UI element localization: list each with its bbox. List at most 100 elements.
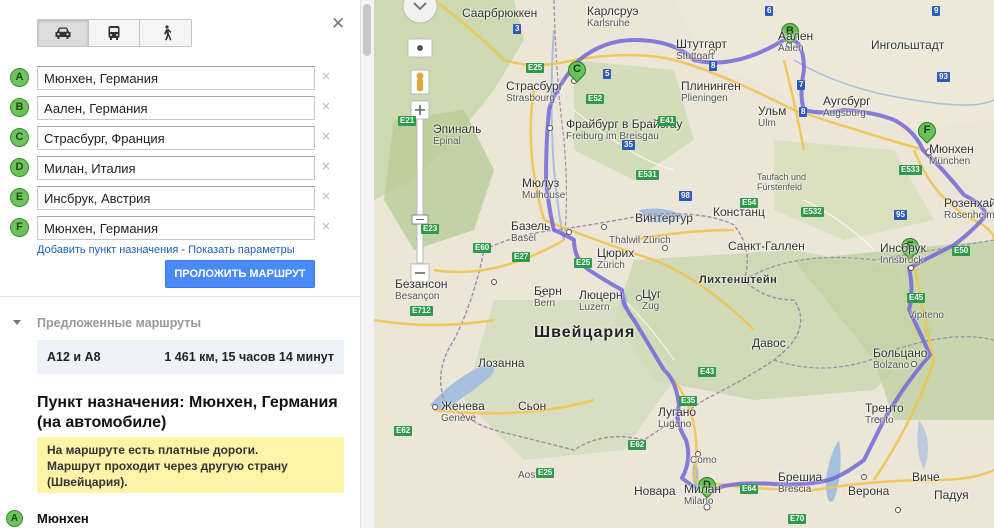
city-name: Тренто: [865, 401, 904, 415]
road-shield: E533: [899, 165, 922, 175]
city-label: Падуя: [934, 488, 969, 502]
city-subname: Strasbourg: [506, 93, 555, 104]
city-subname: Augsburg: [823, 108, 866, 119]
city-name: Страсбург: [506, 79, 564, 93]
waypoint-marker-icon[interactable]: C: [10, 128, 29, 147]
city-label: Винтертур: [635, 211, 693, 225]
road-shield: 5: [603, 69, 612, 79]
city-label: Брешиа Brescia: [778, 470, 822, 495]
city-name: Штутгарт: [676, 37, 727, 51]
road-shield: 6: [765, 6, 774, 16]
city-label: Берн Bern: [534, 284, 562, 309]
mode-car-button[interactable]: [38, 20, 89, 46]
road-shield: 93: [937, 72, 950, 82]
city-name: Мюнхен: [929, 142, 974, 156]
city-label: Цуг Zug: [642, 287, 661, 312]
waypoint-marker-icon[interactable]: E: [10, 188, 29, 207]
remove-waypoint-icon[interactable]: ×: [321, 129, 331, 143]
city-name: Больцано: [873, 346, 928, 360]
city-label: Como: [690, 455, 717, 466]
road-shield: E62: [394, 426, 413, 436]
collapse-arrow-icon[interactable]: [13, 320, 21, 325]
walk-icon: [163, 25, 171, 41]
waypoint-input[interactable]: Мюнхен, Германия: [37, 66, 315, 90]
waypoint-input[interactable]: Страсбург, Франция: [37, 126, 315, 150]
road-shield: E62: [628, 440, 647, 450]
city-name: Берн: [534, 284, 562, 298]
city-label: Мюлуз Mulhouse: [522, 176, 565, 201]
waypoint-marker-icon[interactable]: A: [10, 68, 29, 87]
waypoint-marker-icon[interactable]: B: [10, 98, 29, 117]
route-summary: 1 461 км, 15 часов 14 минут: [164, 350, 334, 364]
waypoint-row: F Мюнхен, Германия ×: [10, 216, 340, 240]
city-label: Thalwil Zürich: [609, 235, 671, 246]
suggested-routes-title[interactable]: Предложенные маршруты: [37, 316, 201, 330]
road-shield: E25: [526, 63, 545, 73]
city-subname: Genève: [441, 413, 477, 424]
city-label: Сьон: [518, 399, 547, 413]
road-shield: E70: [788, 514, 807, 524]
city-label: Ульм Ulm: [758, 104, 786, 129]
country-label: Лихтенштейн: [699, 274, 778, 286]
waypoint-links: Добавить пункт назначения - Показать пар…: [37, 244, 295, 256]
city-name: Аален: [778, 29, 814, 43]
close-icon[interactable]: ✕: [331, 14, 345, 34]
city-label: Инсбрук Innsbruck: [880, 241, 926, 266]
city-name: Инсбрук: [880, 241, 926, 255]
road-shield: E23: [421, 224, 440, 234]
links-separator: -: [178, 244, 189, 256]
remove-waypoint-icon[interactable]: ×: [321, 189, 331, 203]
city-label: Давос: [752, 336, 786, 350]
waypoint-marker-icon[interactable]: D: [10, 158, 29, 177]
city-name: Лугано: [658, 405, 697, 419]
road-shield: E45: [907, 293, 926, 303]
city-name: Розенхайм: [944, 196, 994, 210]
road-shield: 9: [932, 6, 941, 16]
panel-scrollbar[interactable]: [360, 0, 374, 528]
marker-letter: F: [923, 124, 931, 136]
road-shield: 8: [709, 61, 718, 71]
road-shield: 8: [799, 107, 808, 117]
leg-start-marker-icon: A: [6, 510, 23, 527]
city-label: Виче: [912, 470, 940, 484]
city-name: Женева: [441, 399, 485, 413]
city-label: Саарбрюккен: [462, 6, 538, 20]
city-label: Эпиналь Épinal: [433, 122, 481, 147]
panel-scrollbar-thumb[interactable]: [363, 4, 371, 56]
city-label: Больцано Bolzano: [873, 346, 927, 371]
city-label: Taufach und Fürstenfeld: [757, 172, 807, 192]
city-name: Плининген: [681, 79, 741, 93]
remove-waypoint-icon[interactable]: ×: [321, 99, 331, 113]
city-name: Базель: [511, 219, 551, 233]
waypoint-row: B Аален, Германия ×: [10, 96, 340, 120]
get-directions-button[interactable]: ПРОЛОЖИТЬ МАРШРУТ: [165, 260, 315, 288]
add-destination-link[interactable]: Добавить пункт назначения: [37, 244, 178, 256]
mode-walk-button[interactable]: [140, 20, 191, 46]
waypoint-row: A Мюнхен, Германия ×: [10, 66, 340, 90]
show-options-link[interactable]: Показать параметры: [188, 244, 295, 256]
city-subname: Luzern: [579, 302, 610, 313]
city-label: Санкт-Галлен: [728, 239, 805, 253]
road-shield: E54: [740, 198, 759, 208]
waypoint-input[interactable]: Инсбрук, Австрия: [37, 186, 315, 210]
city-subname: Plieningen: [681, 93, 728, 104]
remove-waypoint-icon[interactable]: ×: [321, 219, 331, 233]
road-shield: E60: [473, 243, 492, 253]
city-label: Лозанна: [478, 356, 525, 370]
waypoint-input[interactable]: Аален, Германия: [37, 96, 315, 120]
mode-transit-button[interactable]: [89, 20, 140, 46]
remove-waypoint-icon[interactable]: ×: [321, 69, 331, 83]
directions-panel: ✕ A Мюнхен, Германия × B Аален, Германия…: [0, 0, 374, 528]
waypoint-marker-icon[interactable]: F: [10, 218, 29, 237]
suggested-route-item[interactable]: A12 и A8 1 461 км, 15 часов 14 минут: [37, 340, 344, 374]
waypoint-input[interactable]: Мюнхен, Германия: [37, 216, 315, 240]
map-canvas[interactable]: B C D E F Швейцария Лихтенштейн Саарбрюк…: [374, 0, 994, 528]
road-shield: 95: [894, 210, 907, 220]
bus-icon: [108, 26, 120, 40]
waypoint-c-marker-icon[interactable]: C: [564, 57, 590, 89]
remove-waypoint-icon[interactable]: ×: [321, 159, 331, 173]
city-subname: Trento: [865, 415, 894, 426]
city-subname: Karlsruhe: [587, 18, 630, 29]
city-label: РозенхаймRosenheim: [944, 196, 994, 221]
waypoint-input[interactable]: Милан, Италия: [37, 156, 315, 180]
